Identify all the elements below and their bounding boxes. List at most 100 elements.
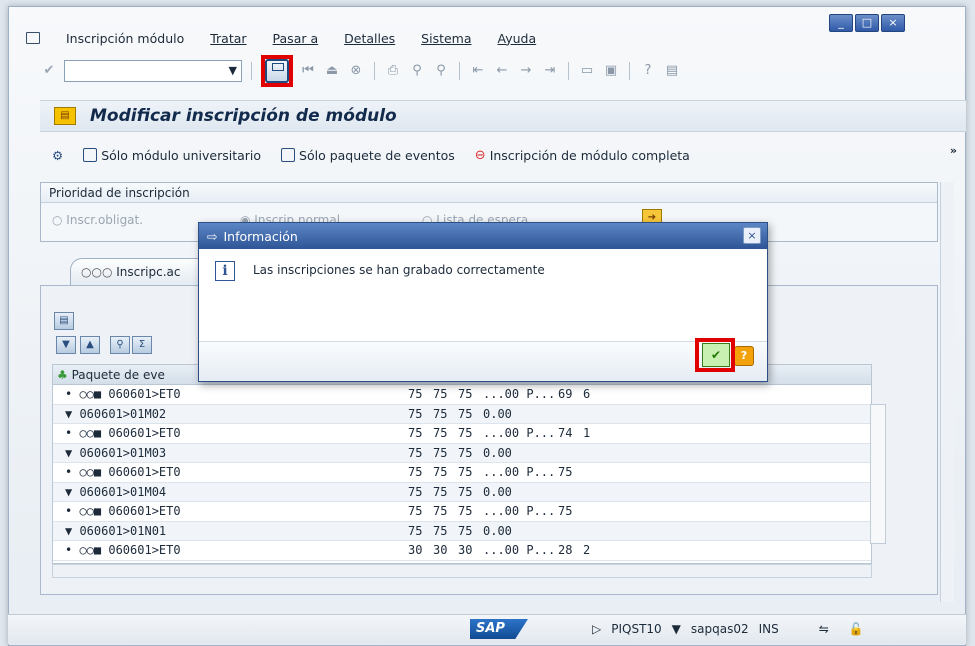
- cancel-icon[interactable]: ⊗: [347, 62, 365, 80]
- tab-label: Inscripc.ac: [116, 265, 181, 279]
- play-icon[interactable]: ▷: [592, 622, 601, 636]
- table-row[interactable]: ▼ 060601>01M04 75 75 75 0.00: [53, 482, 871, 502]
- menu-inscripcion-modulo[interactable]: Inscripción módulo: [66, 31, 184, 46]
- menu-detalles[interactable]: Detalles: [344, 31, 395, 46]
- menu-ayuda[interactable]: Ayuda: [498, 31, 537, 46]
- table-row[interactable]: • ○○■ 060601>ET0 75 75 75 ...00 P... 74 1: [53, 424, 871, 444]
- page-scrollbar[interactable]: [940, 182, 954, 602]
- table-cell: 74: [558, 426, 573, 441]
- layout-icon[interactable]: ▤: [663, 62, 681, 80]
- table-row[interactable]: • ○○■ 060601>ET0 75 75 75 ...00 P... 75: [53, 463, 871, 483]
- table-cell: 75: [433, 523, 448, 538]
- table-cell: ▼ 060601>01M02: [65, 406, 167, 421]
- table-row[interactable]: • ○○■ 060601>ET0 75 75 75 ...00 P... 69 6: [53, 385, 871, 405]
- save-highlight: [261, 55, 293, 87]
- command-field[interactable]: ▼: [64, 60, 242, 82]
- lock-icon: 🔓: [848, 622, 864, 636]
- table-cell: 75: [408, 484, 423, 499]
- toolbar-separator: [629, 62, 630, 80]
- inscripcion-completa-button[interactable]: ⊖ Inscripción de módulo completa: [475, 148, 690, 163]
- title-bar: ▤ Modificar inscripción de módulo: [40, 100, 966, 132]
- status-items: ▷ PIQST10 ▼ sapqas02 INS ⇋ 🔓: [592, 622, 864, 636]
- table-row[interactable]: ▼ 060601>01N01 75 75 75 0.00: [53, 521, 871, 541]
- status-bar: SAP ▷ PIQST10 ▼ sapqas02 INS ⇋ 🔓: [8, 614, 966, 644]
- last-page-icon[interactable]: ⇥: [541, 62, 559, 80]
- menu-sistema[interactable]: Sistema: [421, 31, 471, 46]
- save-icon: [83, 148, 98, 162]
- table-cell: 30: [433, 543, 448, 558]
- radio-inscr-obligat[interactable]: ○ Inscr.obligat.: [52, 213, 143, 227]
- table-cell: 75: [408, 426, 423, 441]
- grid-horizontal-scrollbar[interactable]: [52, 564, 872, 578]
- dialog-arrow-icon: ⇨: [207, 228, 218, 244]
- solo-modulo-button[interactable]: Sólo módulo universitario: [83, 148, 261, 163]
- save-icon[interactable]: [265, 59, 289, 83]
- table-cell: 75: [433, 406, 448, 421]
- find-next-icon[interactable]: ⚲: [432, 62, 450, 80]
- previous-page-icon[interactable]: ←: [493, 62, 511, 80]
- table-cell: 75: [433, 465, 448, 480]
- table-row[interactable]: ▼ 060601>01M02 75 75 75 0.00: [53, 404, 871, 424]
- table-cell: ...00 P...: [483, 465, 556, 480]
- chevron-down-icon[interactable]: ▼: [672, 622, 681, 636]
- system-name[interactable]: PIQST10: [611, 622, 661, 636]
- settings-icon[interactable]: ⚙: [52, 148, 63, 163]
- dialog-message: Las inscripciones se han grabado correct…: [253, 263, 545, 277]
- table-cell: 75: [433, 484, 448, 499]
- table-row[interactable]: • ○○■ 060601>ET0 30 30 30 ...00 P... 28 2: [53, 541, 871, 561]
- shortcut-icon[interactable]: ▣: [602, 62, 620, 80]
- table-cell: 75: [408, 504, 423, 519]
- table-cell: 30: [458, 543, 473, 558]
- chevron-down-icon[interactable]: ▼: [229, 64, 237, 77]
- table-row[interactable]: ▼ 060601>01M03 75 75 75 0.00: [53, 443, 871, 463]
- grid-vertical-scrollbar[interactable]: [870, 404, 886, 544]
- expand-icon[interactable]: ▼: [56, 336, 76, 354]
- table-cell: • ○○■ 060601>ET0: [65, 387, 181, 402]
- tab-status-icon: ○○○: [81, 265, 113, 279]
- toolbar-separator: [251, 62, 252, 80]
- menu-pasar-a[interactable]: Pasar a: [273, 31, 319, 46]
- priority-group-title: Prioridad de inscripción: [41, 183, 937, 203]
- dialog-title: Información: [223, 228, 298, 244]
- table-cell: ...00 P...: [483, 387, 556, 402]
- table-cell: ...00 P...: [483, 504, 556, 519]
- menu-toggle-icon[interactable]: ▤: [54, 107, 76, 125]
- print-icon[interactable]: ⎙: [384, 62, 402, 80]
- more-button[interactable]: »: [950, 144, 957, 157]
- find-icon[interactable]: ⚲: [110, 336, 130, 354]
- back-icon[interactable]: ⏮: [299, 62, 317, 80]
- table-cell: 75: [433, 445, 448, 460]
- find-icon[interactable]: ⚲: [408, 62, 426, 80]
- table-cell: 2: [583, 543, 591, 558]
- table-cell: 75: [458, 445, 473, 460]
- collapse-icon[interactable]: ▲: [80, 336, 100, 354]
- package-icon: ♣: [57, 368, 68, 382]
- help-icon[interactable]: ?: [639, 62, 657, 80]
- enter-check-icon[interactable]: ✔: [40, 62, 58, 80]
- table-cell: ▼ 060601>01N01: [65, 523, 167, 538]
- table-cell: ▼ 060601>01M03: [65, 445, 167, 460]
- solo-paquete-button[interactable]: Sólo paquete de eventos: [281, 148, 455, 163]
- table-cell: 69: [558, 387, 573, 402]
- menu-arrow-icon[interactable]: [26, 32, 40, 44]
- page-title: Modificar inscripción de módulo: [90, 106, 397, 126]
- sum-icon[interactable]: Σ: [132, 336, 152, 354]
- new-session-icon[interactable]: ▭: [578, 62, 596, 80]
- table-cell: 75: [458, 484, 473, 499]
- maximize-button[interactable]: □: [855, 14, 879, 32]
- dialog-body: i Las inscripciones se han grabado corre…: [199, 249, 767, 293]
- server-name: sapqas02: [690, 622, 749, 636]
- details-icon[interactable]: ▤: [54, 312, 74, 330]
- minimize-button[interactable]: _: [829, 14, 853, 32]
- exit-icon[interactable]: ⏏: [323, 62, 341, 80]
- next-page-icon[interactable]: →: [517, 62, 535, 80]
- menu-tratar[interactable]: Tratar: [210, 31, 246, 46]
- toolbar-separator: [459, 62, 460, 80]
- first-page-icon[interactable]: ⇤: [469, 62, 487, 80]
- table-row[interactable]: • ○○■ 060601>ET0 75 75 75 ...00 P... 75: [53, 502, 871, 522]
- solo-paquete-label: Sólo paquete de eventos: [299, 147, 455, 163]
- info-icon: i: [215, 261, 235, 281]
- dialog-close-button[interactable]: ×: [743, 227, 761, 244]
- close-window-button[interactable]: ×: [881, 14, 905, 32]
- dialog-title-bar: ⇨ Información: [199, 223, 767, 249]
